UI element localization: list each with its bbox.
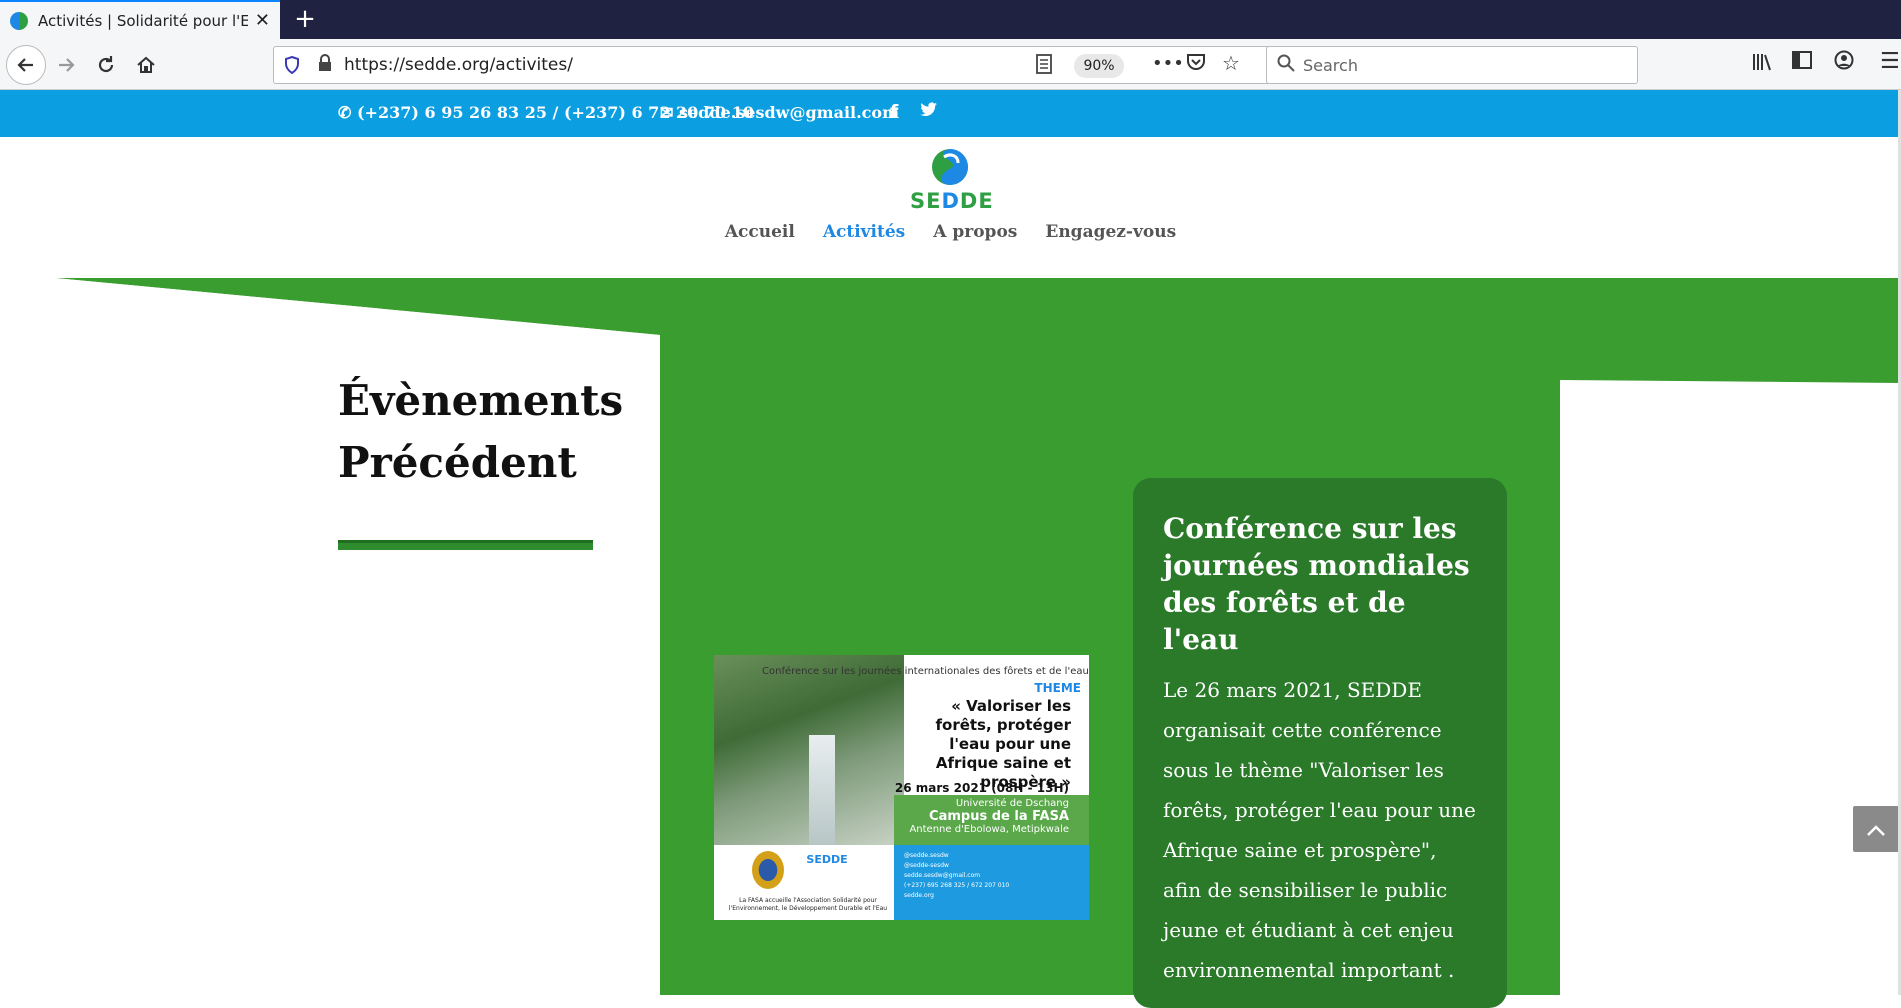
arrow-right-icon	[59, 58, 75, 72]
hamburger-menu-icon[interactable]: ☰	[1880, 49, 1900, 74]
site-favicon-icon	[10, 11, 28, 30]
section-title: Évènements Précédent	[338, 376, 624, 487]
main-menu: Accueil Activités A propos Engagez-vous	[0, 222, 1901, 242]
page-actions-icon[interactable]: •••	[1152, 53, 1184, 74]
poster-date: 26 mars 2021 (08H - 13H)	[894, 781, 1069, 795]
event-card-description: Le 26 mars 2021, SEDDE organisait cette …	[1163, 678, 1476, 982]
lock-icon[interactable]	[318, 54, 332, 76]
poster-quote: « Valoriser les forêts, protéger l'eau p…	[935, 697, 1071, 791]
email-text: sedde.sesdw@gmail.com	[678, 103, 900, 122]
library-icon[interactable]	[1752, 52, 1774, 77]
poster-caption: La FASA accueille l'Association Solidari…	[728, 897, 888, 912]
url-text[interactable]: https://sedde.org/activites/	[344, 55, 573, 75]
title-divider	[338, 540, 593, 550]
menu-item-a-propos[interactable]: A propos	[933, 222, 1017, 242]
menu-item-activites[interactable]: Activités	[823, 222, 905, 242]
event-card: Conférence sur les journées mondiales de…	[1133, 478, 1507, 1008]
sedde-logo[interactable]: SEDDE	[910, 147, 994, 217]
browser-toolbar: https://sedde.org/activites/ 90% ••• ☆ S…	[0, 39, 1901, 90]
poster-footer-logos: SEDDE La FASA accueille l'Association So…	[714, 845, 894, 920]
logo-wordmark: SEDDE	[910, 189, 994, 213]
search-icon	[1277, 54, 1295, 77]
phone-icon: ✆	[338, 103, 352, 122]
poster-waterfall	[809, 735, 835, 845]
account-icon[interactable]	[1834, 50, 1854, 75]
reader-view-icon[interactable]	[1036, 54, 1052, 79]
tab-title: Activités | Solidarité pour l'Envi	[38, 11, 248, 30]
menu-item-accueil[interactable]: Accueil	[725, 222, 795, 242]
bookmark-star-icon[interactable]: ☆	[1222, 51, 1240, 75]
reload-icon	[98, 56, 114, 73]
scroll-to-top-button[interactable]	[1853, 806, 1899, 852]
browser-tab[interactable]: Activités | Solidarité pour l'Envi ✕	[0, 0, 280, 39]
poster-header: Conférence sur les journées internationa…	[762, 666, 1089, 677]
close-tab-icon[interactable]: ✕	[255, 10, 270, 31]
home-icon	[137, 56, 155, 73]
forward-button[interactable]	[48, 47, 84, 83]
poster-theme-label: THEME	[1034, 681, 1081, 695]
site-contact-bar: ✆ (+237) 6 95 26 83 25 / (+237) 6 72 20 …	[0, 90, 1901, 137]
twitter-icon[interactable]	[920, 102, 938, 123]
event-poster-image[interactable]: Conférence sur les journées internationa…	[714, 655, 1089, 920]
envelope-icon: ✉	[660, 103, 674, 122]
events-section: Évènements Précédent Conférence sur les …	[0, 278, 1901, 1008]
fasa-badge-icon	[752, 851, 784, 889]
zoom-level-button[interactable]: 90%	[1074, 54, 1124, 78]
site-header: SEDDE Accueil Activités A propos Engagez…	[0, 137, 1901, 278]
poster-sedde-logo: SEDDE	[806, 853, 848, 866]
address-bar[interactable]: https://sedde.org/activites/ 90% ••• ☆	[273, 46, 1278, 84]
event-card-title[interactable]: Conférence sur les journées mondiales de…	[1163, 510, 1477, 658]
browser-tab-bar: Activités | Solidarité pour l'Envi ✕ +	[0, 0, 1901, 39]
new-tab-button[interactable]: +	[290, 4, 320, 34]
poster-venue: Université de Dschang Campus de la FASA …	[894, 795, 1089, 845]
menu-item-engagez-vous[interactable]: Engagez-vous	[1045, 222, 1176, 242]
arrow-left-icon	[17, 58, 33, 72]
sidebar-toggle-icon[interactable]	[1792, 51, 1812, 74]
reload-button[interactable]	[88, 47, 124, 83]
facebook-icon[interactable]: f	[890, 101, 898, 123]
home-button[interactable]	[128, 47, 164, 83]
back-button[interactable]	[6, 45, 46, 85]
pocket-icon[interactable]	[1186, 53, 1206, 76]
email-contact[interactable]: ✉ sedde.sesdw@gmail.com	[660, 103, 899, 122]
poster-contacts: @sedde.sesdw @sedde-sesdw sedde.sesdw@gm…	[894, 845, 1089, 920]
chevron-up-icon	[1867, 825, 1885, 836]
search-input[interactable]: Search	[1303, 56, 1358, 75]
sedde-leaf-logo-icon	[932, 149, 968, 185]
search-bar[interactable]: Search	[1266, 46, 1638, 84]
tracking-protection-shield-icon[interactable]	[284, 55, 302, 75]
